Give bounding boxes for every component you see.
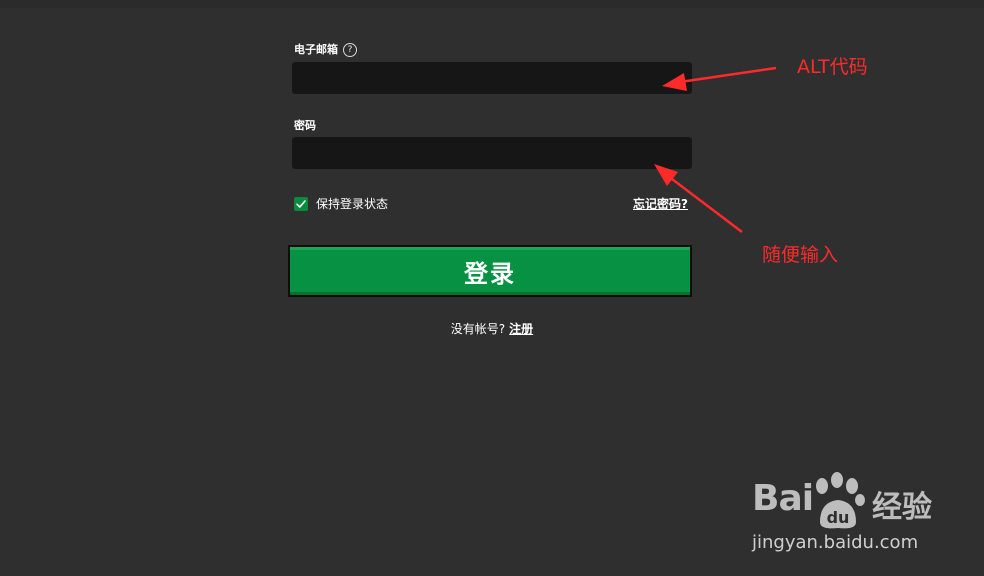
arrow-icon xyxy=(654,164,743,233)
watermark-brand-suffix: 经验 xyxy=(872,490,932,525)
password-annotation: 随便输入 xyxy=(762,244,839,266)
email-annotation: ALT代码 xyxy=(797,56,868,78)
watermark-brand: Bai xyxy=(752,478,814,519)
paw-icon: du xyxy=(816,472,865,529)
svg-text:du: du xyxy=(827,508,850,527)
arrow-icon xyxy=(662,66,777,91)
watermark-url: jingyan.baidu.com xyxy=(752,532,919,553)
baidu-watermark: Bai du 经验 jingyan.baidu.com xyxy=(752,470,952,560)
